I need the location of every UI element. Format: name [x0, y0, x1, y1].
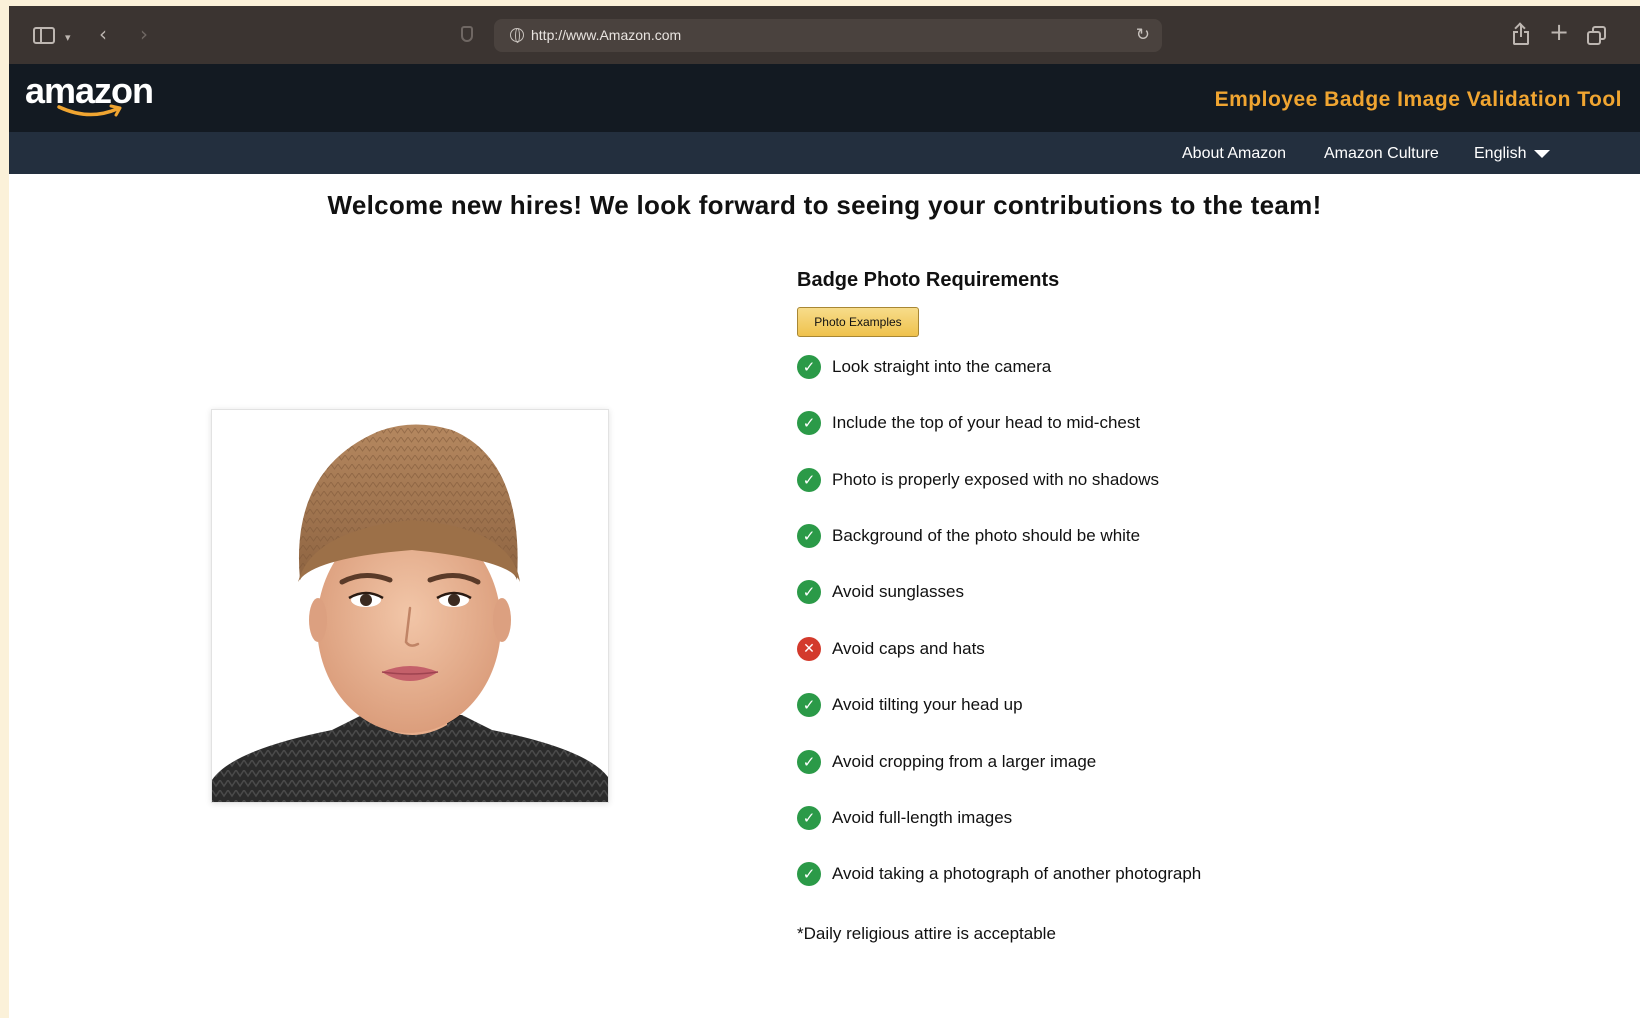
requirement-item: ✓ Avoid taking a photograph of another p…	[797, 861, 1201, 887]
requirement-text: Avoid taking a photograph of another pho…	[832, 864, 1202, 883]
requirement-text: Avoid tilting your head up	[832, 695, 1023, 714]
globe-icon	[510, 28, 524, 43]
forward-icon[interactable]: ›	[140, 24, 148, 44]
tab-overview-icon[interactable]	[1587, 26, 1607, 46]
check-circle-icon: ✓	[797, 806, 821, 830]
requirement-item: ✓ Avoid tilting your head up	[797, 692, 1023, 718]
requirement-text: Look straight into the camera	[832, 357, 1052, 376]
tool-title: Employee Badge Image Validation Tool	[1214, 88, 1622, 111]
check-circle-icon: ✓	[797, 524, 821, 548]
requirement-item: ✓ Avoid sunglasses	[797, 579, 964, 605]
logo-smile-icon	[57, 104, 122, 117]
nav-about-amazon[interactable]: About Amazon	[1182, 145, 1286, 163]
welcome-heading: Welcome new hires! We look forward to se…	[327, 190, 1322, 220]
requirement-item: ✓ Avoid full-length images	[797, 805, 1012, 831]
nav-amazon-culture[interactable]: Amazon Culture	[1324, 145, 1439, 163]
requirements-title: Badge Photo Requirements	[797, 269, 1060, 291]
browser-toolbar: ▾ ‹ › http://www.Amazon.com ↻ +	[9, 6, 1640, 64]
language-selector[interactable]: English	[1474, 145, 1551, 163]
requirement-text: Avoid cropping from a larger image	[832, 752, 1097, 771]
check-circle-icon: ✓	[797, 693, 821, 717]
language-label: English	[1474, 145, 1527, 162]
check-circle-icon: ✓	[797, 580, 821, 604]
photo-examples-button[interactable]: Photo Examples	[797, 307, 919, 337]
chevron-down-icon[interactable]: ▾	[65, 28, 71, 48]
attire-note: *Daily religious attire is acceptable	[797, 924, 1056, 943]
check-circle-icon: ✓	[797, 468, 821, 492]
x-circle-icon: ✕	[797, 637, 821, 661]
requirement-text: Background of the photo should be white	[832, 526, 1141, 545]
sidebar-toggle-icon[interactable]	[33, 27, 55, 44]
requirement-text: Avoid caps and hats	[832, 639, 985, 658]
reload-icon[interactable]: ↻	[1136, 25, 1150, 45]
privacy-shield-icon[interactable]	[461, 26, 473, 42]
address-bar[interactable]: http://www.Amazon.com ↻	[494, 19, 1162, 52]
amazon-logo[interactable]: amazon	[25, 70, 165, 122]
requirement-item: ✕ Avoid caps and hats	[797, 636, 985, 662]
browser-window: ▾ ‹ › http://www.Amazon.com ↻ + amazon E…	[9, 6, 1640, 1018]
check-circle-icon: ✓	[797, 411, 821, 435]
site-header: amazon Employee Badge Image Validation T…	[9, 64, 1640, 132]
check-circle-icon: ✓	[797, 862, 821, 886]
requirement-text: Avoid sunglasses	[832, 582, 964, 601]
caret-down-icon	[1534, 149, 1551, 158]
requirement-text: Avoid full-length images	[832, 808, 1013, 827]
badge-photo	[211, 409, 609, 803]
requirement-item: ✓ Include the top of your head to mid-ch…	[797, 410, 1140, 436]
new-tab-icon[interactable]: +	[1549, 20, 1569, 44]
requirement-item: ✓ Avoid cropping from a larger image	[797, 749, 1096, 775]
back-icon[interactable]: ‹	[99, 24, 107, 44]
share-icon[interactable]	[1512, 24, 1530, 46]
check-circle-icon: ✓	[797, 355, 821, 379]
person-portrait-image	[212, 410, 608, 802]
requirement-item: ✓ Background of the photo should be whit…	[797, 523, 1140, 549]
requirement-text: Include the top of your head to mid-ches…	[832, 413, 1141, 432]
requirement-item: ✓ Photo is properly exposed with no shad…	[797, 467, 1159, 493]
sub-navigation: About Amazon Amazon Culture English	[9, 132, 1640, 174]
requirement-text: Photo is properly exposed with no shadow…	[832, 470, 1159, 489]
check-circle-icon: ✓	[797, 750, 821, 774]
url-text[interactable]: http://www.Amazon.com	[531, 27, 681, 43]
requirement-item: ✓ Look straight into the camera	[797, 354, 1051, 380]
